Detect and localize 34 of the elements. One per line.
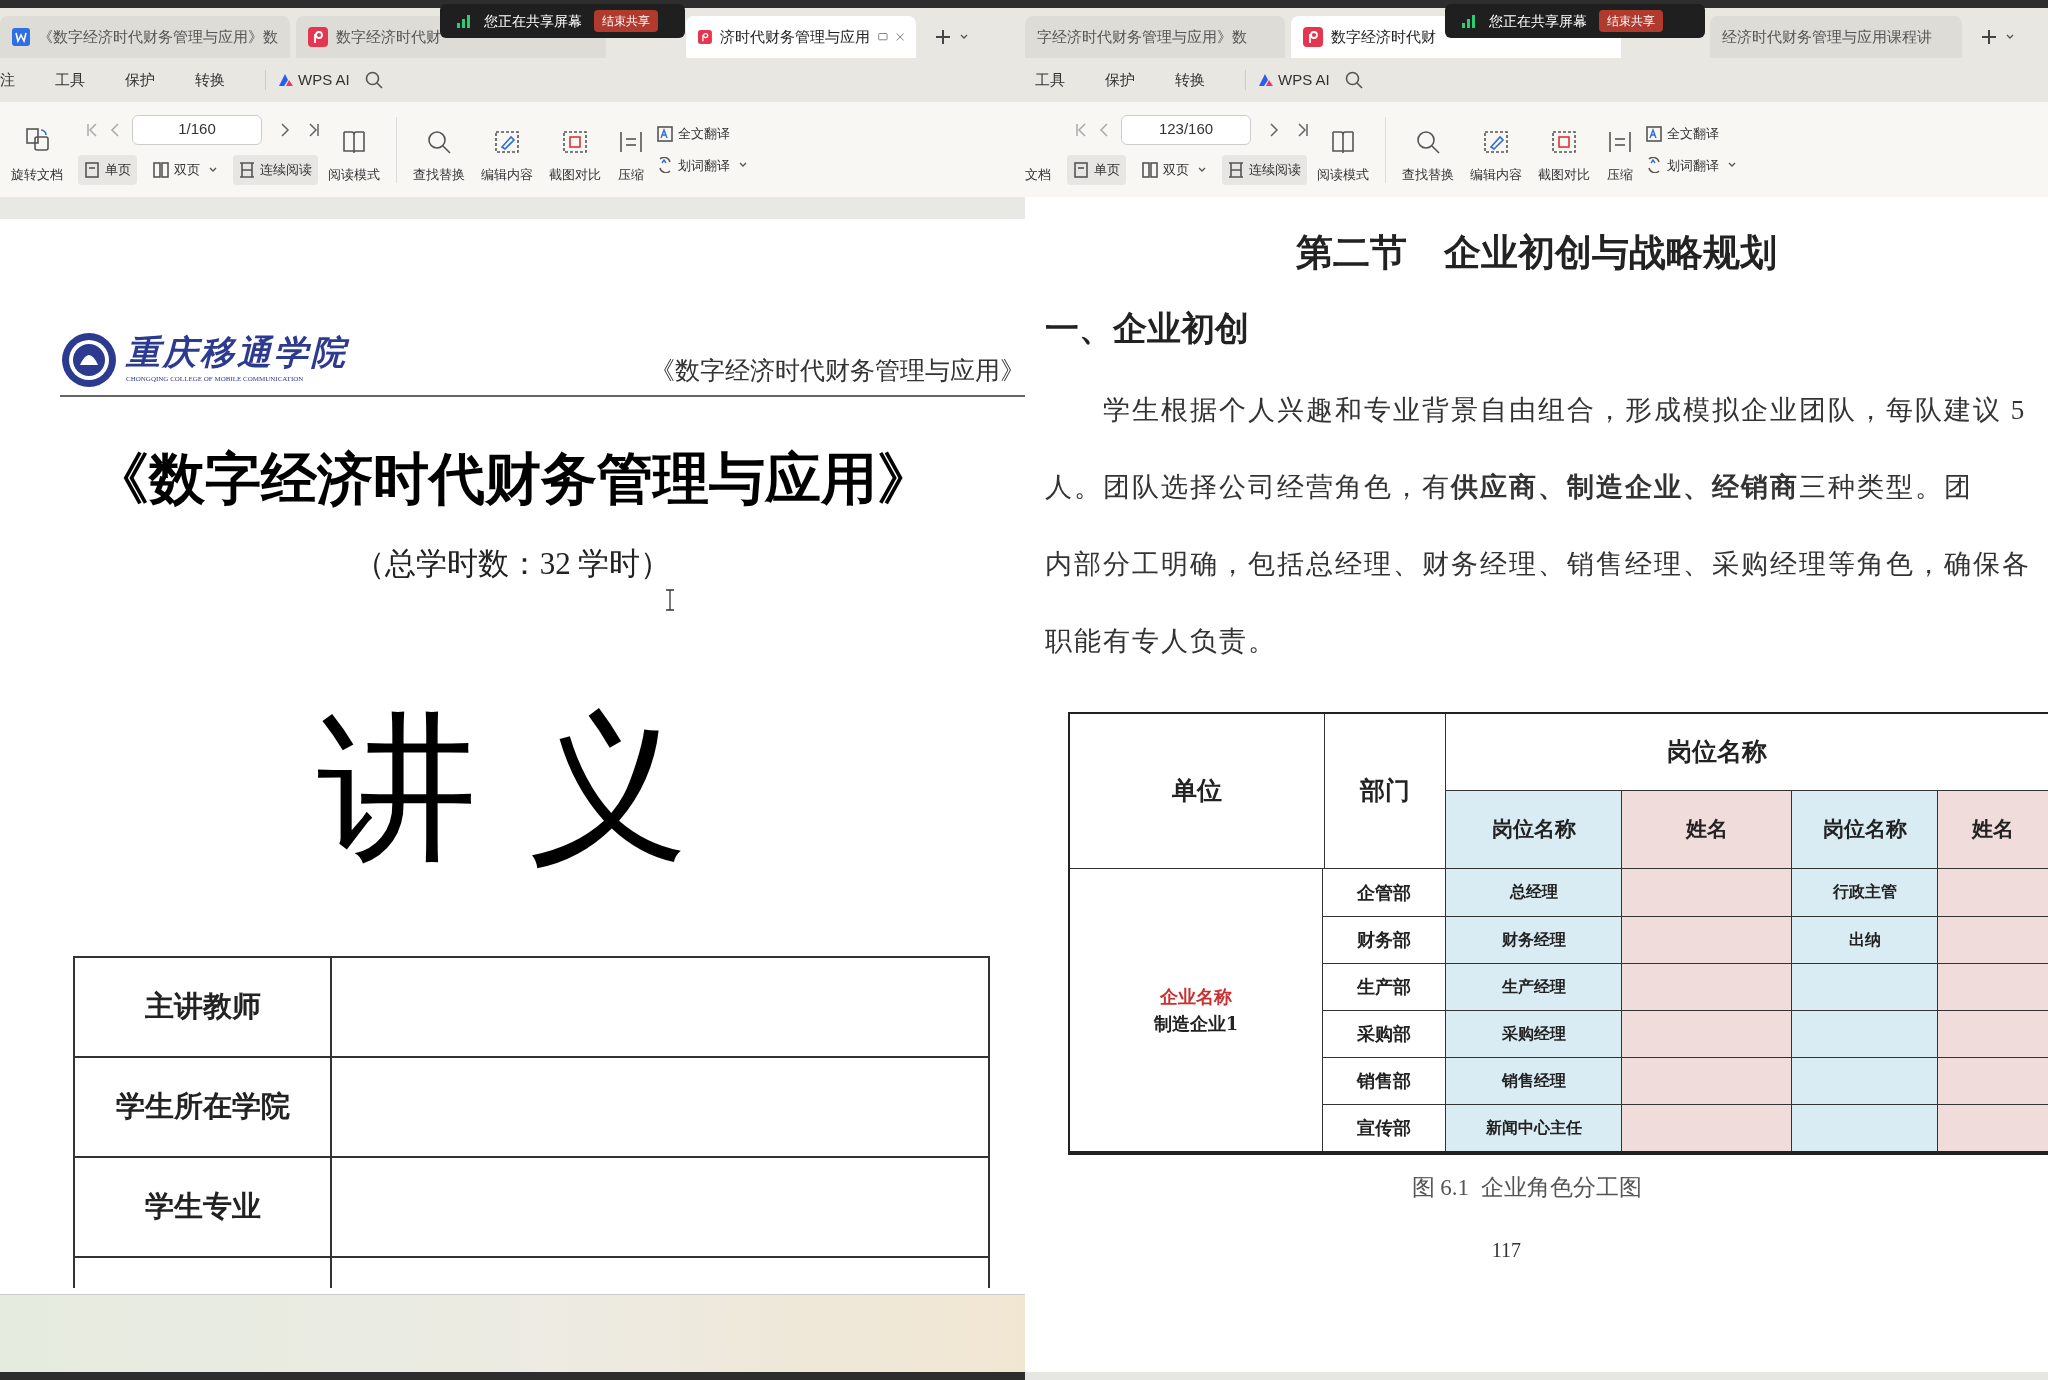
table-cell: 销售经理 [1446,1057,1622,1104]
column-header: 姓名 [1622,790,1792,868]
share-status-text: 您正在共享屏幕 [1489,11,1587,31]
paragraph-line: 人。团队选择公司经营角色，有供应商、制造企业、经销商三种类型。团 [1045,470,1974,504]
paragraph-line: 职能有专人负责。 [1045,624,1278,658]
table-cell: 新闻中心主任 [1446,1104,1622,1151]
column-header: 单位 [1070,713,1325,868]
table-cell: 行政主管 [1792,868,1938,916]
handout-heading: 讲 义 [316,707,689,868]
section-title: 第二节 企业初创与战略规划 [1295,231,1778,275]
figure-caption: 图 6.1 企业角色分工图 [1410,1173,1643,1202]
subheading: 一、企业初创 [1045,308,1250,349]
running-header: 《数字经济时代财务管理与应用》 [650,355,1025,386]
paragraph-line: 学生根据个人兴趣和专业背景自由组合，形成模拟企业团队，每队建议 5 [1102,393,2028,427]
page-number: 117 [1490,1238,1523,1263]
column-header: 岗位名称 [1446,713,2048,791]
table-cell: 生产经理 [1446,963,1622,1010]
company-label: 企业名称 [1160,984,1232,1009]
company-name: 制造企业1 [1153,1011,1239,1036]
course-hours: （总学时数：32 学时） [352,545,673,583]
share-status-text: 您正在共享屏幕 [484,11,582,31]
form-label: 学生所在学院 [75,1057,332,1156]
form-label: 学生专业 [75,1157,332,1256]
table-cell: 总经理 [1446,868,1622,916]
college-name: 重庆移通学院 [126,335,348,370]
column-header: 姓名 [1938,790,2048,868]
column-header: 岗位名称 [1792,790,1938,868]
paragraph-line: 内部分工明确，包括总经理、财务经理、销售经理、采购经理等角色，确保各 [1045,547,2032,581]
column-header: 岗位名称 [1446,790,1622,868]
table-cell: 采购经理 [1446,1010,1622,1057]
table-cell: 财务经理 [1446,916,1622,963]
document-title: 《数字经济时代财务管理与应用》 [91,445,934,513]
table-cell: 出纳 [1792,916,1938,963]
form-label: 主讲教师 [75,957,332,1056]
